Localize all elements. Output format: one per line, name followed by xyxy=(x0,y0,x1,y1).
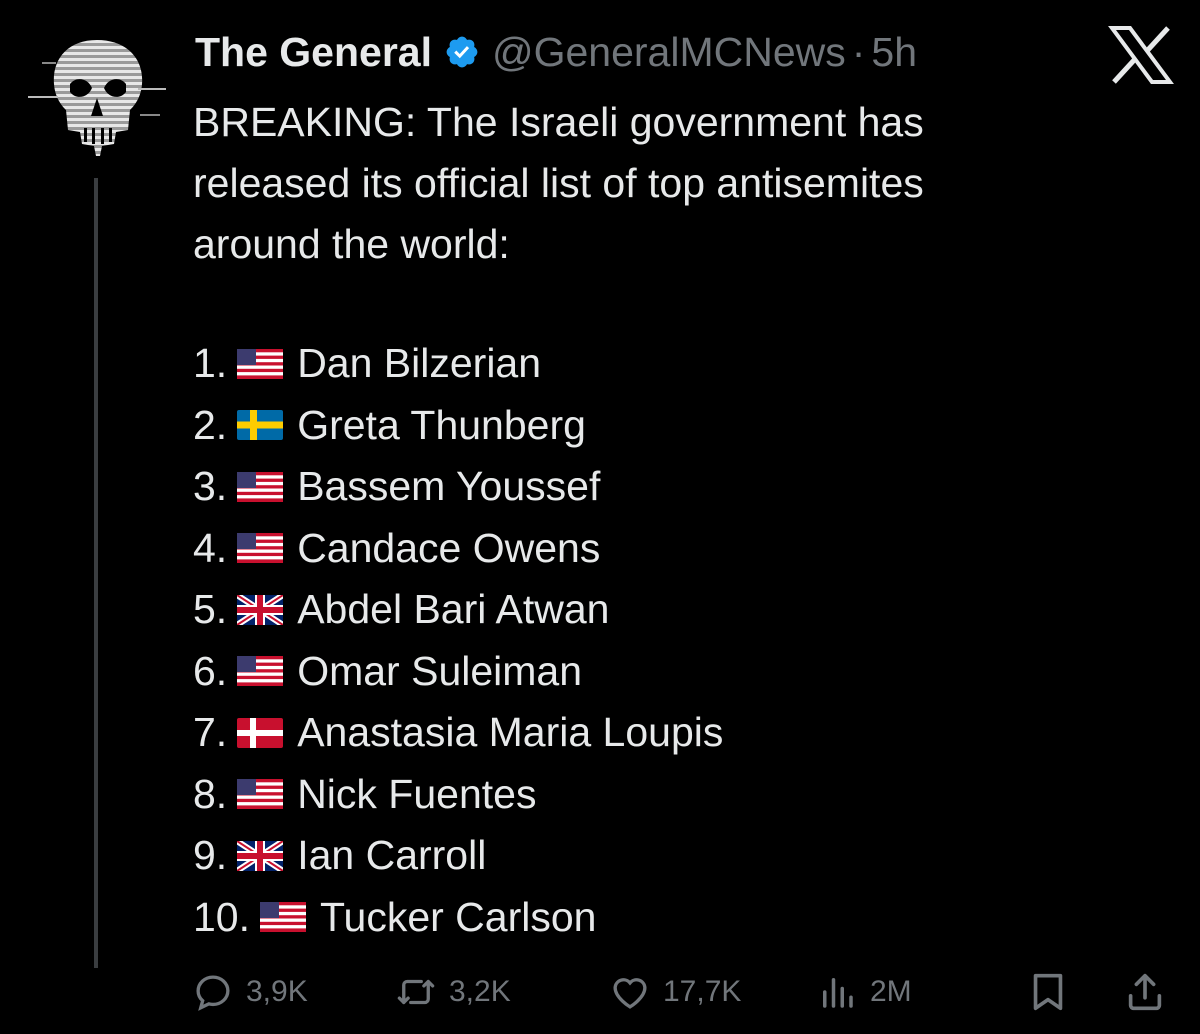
body-line: released its official list of top antise… xyxy=(193,160,924,206)
flag-us-icon xyxy=(237,471,284,502)
flag-us-icon xyxy=(237,656,284,687)
list-item: 5. Abdel Bari Atwan xyxy=(193,579,723,641)
list-name: Abdel Bari Atwan xyxy=(297,586,610,633)
body-line: BREAKING: The Israeli government has xyxy=(193,99,924,145)
list-item: 6. Omar Suleiman xyxy=(193,641,723,703)
views-chart-icon xyxy=(823,978,853,1008)
list-name: Greta Thunberg xyxy=(297,401,586,448)
list-number: 6. xyxy=(193,647,228,694)
views-button[interactable]: 2M xyxy=(816,962,912,1022)
reply-button[interactable]: 3,9K xyxy=(192,962,308,1022)
list-item: 1. Dan Bilzerian xyxy=(193,333,723,395)
list-name: Omar Suleiman xyxy=(297,647,583,694)
list-number: 7. xyxy=(193,709,228,756)
like-count: 17,7K xyxy=(663,975,742,1008)
list-number: 1. xyxy=(193,340,228,387)
ranked-list: 1. Dan Bilzerian 2. Greta Thunberg 3. Basse… xyxy=(193,333,723,948)
body-line: around the world: xyxy=(193,221,510,267)
tweet-header: The General @GeneralMCNews · 5h xyxy=(195,22,917,82)
flag-us-icon xyxy=(237,533,284,564)
list-item: 7. Anastasia Maria Loupis xyxy=(193,702,723,764)
repost-button[interactable]: 3,2K xyxy=(395,962,511,1022)
list-number: 10. xyxy=(193,893,250,940)
verified-badge-icon xyxy=(446,36,478,68)
x-logo-icon[interactable] xyxy=(1108,26,1174,84)
bookmark-icon xyxy=(1033,973,1063,1011)
timestamp[interactable]: 5h xyxy=(871,29,917,76)
list-name: Bassem Youssef xyxy=(297,463,601,510)
heart-icon xyxy=(613,978,647,1009)
reply-icon xyxy=(196,975,230,1011)
list-item: 3. Bassem Youssef xyxy=(193,456,723,518)
list-number: 3. xyxy=(193,463,228,510)
list-number: 2. xyxy=(193,401,228,448)
flag-gb-icon xyxy=(237,594,284,625)
list-name: Candace Owens xyxy=(297,524,601,571)
separator-dot: · xyxy=(851,28,866,75)
flag-us-icon xyxy=(260,902,306,933)
tweet: The General @GeneralMCNews · 5h BREAKING… xyxy=(0,0,1200,1034)
handle[interactable]: @GeneralMCNews xyxy=(492,29,846,76)
avatar-skull-icon[interactable] xyxy=(22,22,172,172)
list-name: Anastasia Maria Loupis xyxy=(297,709,724,756)
list-name: Dan Bilzerian xyxy=(297,340,542,387)
list-name: Nick Fuentes xyxy=(297,770,537,817)
flag-se-icon xyxy=(237,410,284,441)
flag-dk-icon xyxy=(237,717,284,748)
flag-us-icon xyxy=(237,779,284,810)
list-number: 5. xyxy=(193,586,228,633)
repost-icon xyxy=(397,979,435,1005)
list-item: 2. Greta Thunberg xyxy=(193,395,723,457)
list-number: 9. xyxy=(193,832,228,879)
list-name: Tucker Carlson xyxy=(320,893,597,940)
flag-gb-icon xyxy=(237,840,284,871)
display-name[interactable]: The General xyxy=(195,29,432,76)
like-button[interactable]: 17,7K xyxy=(609,962,741,1022)
list-number: 4. xyxy=(193,524,228,571)
thread-line xyxy=(94,178,98,968)
list-item: 4. Candace Owens xyxy=(193,518,723,580)
list-item: 9. Ian Carroll xyxy=(193,825,723,887)
tweet-text: BREAKING: The Israeli government has rel… xyxy=(193,92,1153,275)
list-name: Ian Carroll xyxy=(297,832,487,879)
list-number: 8. xyxy=(193,770,228,817)
views-count: 2M xyxy=(870,975,912,1008)
share-button[interactable] xyxy=(1122,962,1180,1022)
share-icon xyxy=(1128,973,1162,1011)
list-item: 8. Nick Fuentes xyxy=(193,764,723,826)
repost-count: 3,2K xyxy=(449,975,511,1008)
reply-count: 3,9K xyxy=(246,975,308,1008)
list-item: 10. Tucker Carlson xyxy=(193,887,723,949)
flag-us-icon xyxy=(237,348,284,379)
action-bar: 3,9K 3,2K 17,7K 2M xyxy=(192,962,1177,1022)
bookmark-button[interactable] xyxy=(1025,962,1083,1022)
